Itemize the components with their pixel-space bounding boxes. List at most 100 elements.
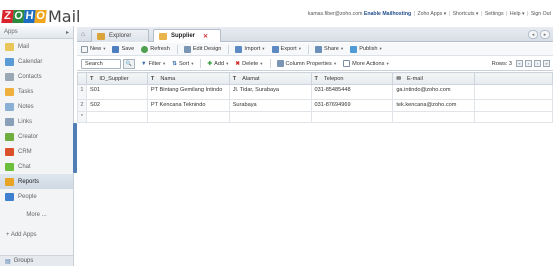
previous-arrow-icon[interactable]: ◂ xyxy=(528,30,538,39)
table-cell[interactable] xyxy=(474,84,553,100)
sidebar-item-links[interactable]: Links xyxy=(0,114,73,129)
first-page-icon[interactable]: « xyxy=(516,60,523,67)
table-cell[interactable]: tek.kencana@zoho.com xyxy=(392,99,476,112)
workspace-tab-strip: ⌂ Explorer Supplier ✕ ◂ ▸ xyxy=(77,27,553,42)
search-icon[interactable]: 🔍 xyxy=(123,58,135,69)
last-page-icon[interactable]: » xyxy=(543,60,550,67)
add-button[interactable]: ✚ Add ▾ xyxy=(207,61,228,67)
column-header[interactable]: T Telepon xyxy=(310,72,394,85)
column-header[interactable]: T Alamat xyxy=(228,72,312,85)
table-cell[interactable]: Surabaya xyxy=(228,99,312,112)
sidebar-item-mail[interactable]: Mail xyxy=(0,39,73,54)
sidebar-item-contacts[interactable]: Contacts xyxy=(0,69,73,84)
column-header[interactable]: T ID_Supplier xyxy=(85,72,148,85)
tab-explorer[interactable]: Explorer xyxy=(91,29,149,42)
sidebar-item-crm[interactable]: CRM xyxy=(0,144,73,159)
tab-navigation: ◂ ▸ xyxy=(528,30,550,39)
rows-count: Rows: 3 xyxy=(491,60,512,67)
export-button[interactable]: Export ▾ xyxy=(271,45,301,53)
save-button[interactable]: Save xyxy=(112,45,134,53)
filter-button[interactable]: ▼ Filter ▾ xyxy=(141,61,165,67)
refresh-icon xyxy=(141,45,149,53)
sort-button[interactable]: ⇅ Sort ▾ xyxy=(172,61,193,67)
column-header[interactable]: T Nama xyxy=(146,72,230,85)
previous-page-icon[interactable]: ‹ xyxy=(525,60,532,67)
table-cell[interactable]: 031-87694969 xyxy=(310,99,394,112)
table-cell[interactable] xyxy=(85,110,148,123)
table-cell[interactable]: S02 xyxy=(85,99,148,112)
chevron-down-icon: ▾ xyxy=(103,46,106,51)
groups-icon: ▤ xyxy=(5,258,11,265)
collapse-arrow-icon[interactable]: ▸ xyxy=(66,29,69,36)
groups-section[interactable]: ▤ Groups xyxy=(0,255,73,266)
table-cell[interactable] xyxy=(392,110,476,123)
add-apps-link[interactable]: + Add Apps xyxy=(0,226,73,244)
people-icon xyxy=(5,192,14,201)
column-header-label: Alamat xyxy=(242,75,260,82)
reports-icon xyxy=(5,177,14,186)
sidebar-item-calendar[interactable]: Calendar xyxy=(0,54,73,69)
table-cell[interactable]: ga.intindo@zoho.com xyxy=(392,84,476,100)
table-cell[interactable]: 031-85485448 xyxy=(310,84,394,100)
sidebar-item-creator[interactable]: Creator xyxy=(0,129,73,144)
next-page-icon[interactable]: › xyxy=(534,60,541,67)
table-cell[interactable] xyxy=(146,110,230,123)
sidebar-item-reports[interactable]: Reports xyxy=(0,174,73,189)
sidebar-item-people[interactable]: People xyxy=(0,189,73,204)
next-arrow-icon[interactable]: ▸ xyxy=(540,30,550,39)
row-number: 2 xyxy=(77,99,87,112)
sidebar-item-notes[interactable]: Notes xyxy=(0,99,73,114)
sidebar-item-label: Notes xyxy=(18,103,34,110)
new-row[interactable]: * xyxy=(77,110,553,123)
apps-header[interactable]: Apps ▸ xyxy=(0,26,73,39)
table-row[interactable]: 2 S02 PT Kencana Teknindo Surabaya 031-8… xyxy=(77,99,553,112)
publish-button[interactable]: Publish ▾ xyxy=(350,45,382,53)
mail-icon xyxy=(5,42,14,51)
email-type-icon: ✉ xyxy=(396,75,401,82)
table-row[interactable]: 1 S01 PT Bintang Gemilang Intindo Jl. Ti… xyxy=(77,84,553,100)
more-actions-button[interactable]: More Actions ▾ xyxy=(343,60,389,67)
chevron-down-icon: ▾ xyxy=(386,60,389,66)
column-properties-button[interactable]: Column Properties ▾ xyxy=(276,60,336,67)
edit-design-button[interactable]: Edit Design xyxy=(183,45,221,53)
more-actions-label: More Actions xyxy=(352,60,385,67)
zoho-mail-logo[interactable]: Z O H O Mail xyxy=(1,7,81,26)
table-cell[interactable]: PT Kencana Teknindo xyxy=(146,99,230,112)
table-cell[interactable] xyxy=(474,99,553,112)
new-button[interactable]: New ▾ xyxy=(81,45,106,53)
sidebar-item-chat[interactable]: Chat xyxy=(0,159,73,174)
shortcuts-link[interactable]: Shortcuts ▾ xyxy=(453,11,479,17)
row-number-header xyxy=(77,72,87,85)
sidebar-item-tasks[interactable]: Tasks xyxy=(0,84,73,99)
close-icon[interactable]: ✕ xyxy=(203,33,208,40)
share-button[interactable]: Share ▾ xyxy=(314,45,343,53)
refresh-button[interactable]: Refresh xyxy=(141,45,170,53)
table-cell[interactable]: S01 xyxy=(85,84,148,100)
table-cell[interactable] xyxy=(310,110,394,123)
table-cell[interactable]: PT Bintang Gemilang Intindo xyxy=(146,84,230,100)
filter-label: Filter xyxy=(148,60,161,67)
column-header[interactable]: ✉ E-mail xyxy=(392,72,476,85)
zoho-apps-link[interactable]: Zoho Apps ▾ xyxy=(417,11,446,17)
table-cell[interactable] xyxy=(474,110,553,123)
chevron-down-icon: ▾ xyxy=(191,60,194,66)
sign-out-link[interactable]: Sign Out xyxy=(531,11,551,17)
delete-button[interactable]: ✖ Delete ▾ xyxy=(235,61,262,67)
help-link[interactable]: Help ▾ xyxy=(510,11,525,17)
column-header-label: Telepon xyxy=(323,75,344,82)
notes-icon xyxy=(5,102,14,111)
import-button[interactable]: Import ▾ xyxy=(235,45,265,53)
table-cell[interactable] xyxy=(228,110,312,123)
enable-mailhosting-link[interactable]: Enable Mailhosting xyxy=(364,11,411,17)
workspace-icon[interactable]: ⌂ xyxy=(81,31,89,39)
supplier-table: T ID_Supplier T Nama T Alamat T Telepon ✉ E-m… xyxy=(77,72,553,123)
settings-link[interactable]: Settings xyxy=(485,11,504,17)
sidebar-more-link[interactable]: More ... xyxy=(0,204,73,226)
search-input[interactable]: Search xyxy=(81,58,121,69)
sidebar-item-label: Mail xyxy=(18,43,30,50)
save-icon xyxy=(112,45,120,53)
sidebar-item-label: Reports xyxy=(18,178,40,185)
tab-supplier[interactable]: Supplier ✕ xyxy=(153,29,221,42)
refresh-label: Refresh xyxy=(150,46,170,52)
table-cell[interactable]: Jl. Tidar, Surabaya xyxy=(228,84,312,100)
